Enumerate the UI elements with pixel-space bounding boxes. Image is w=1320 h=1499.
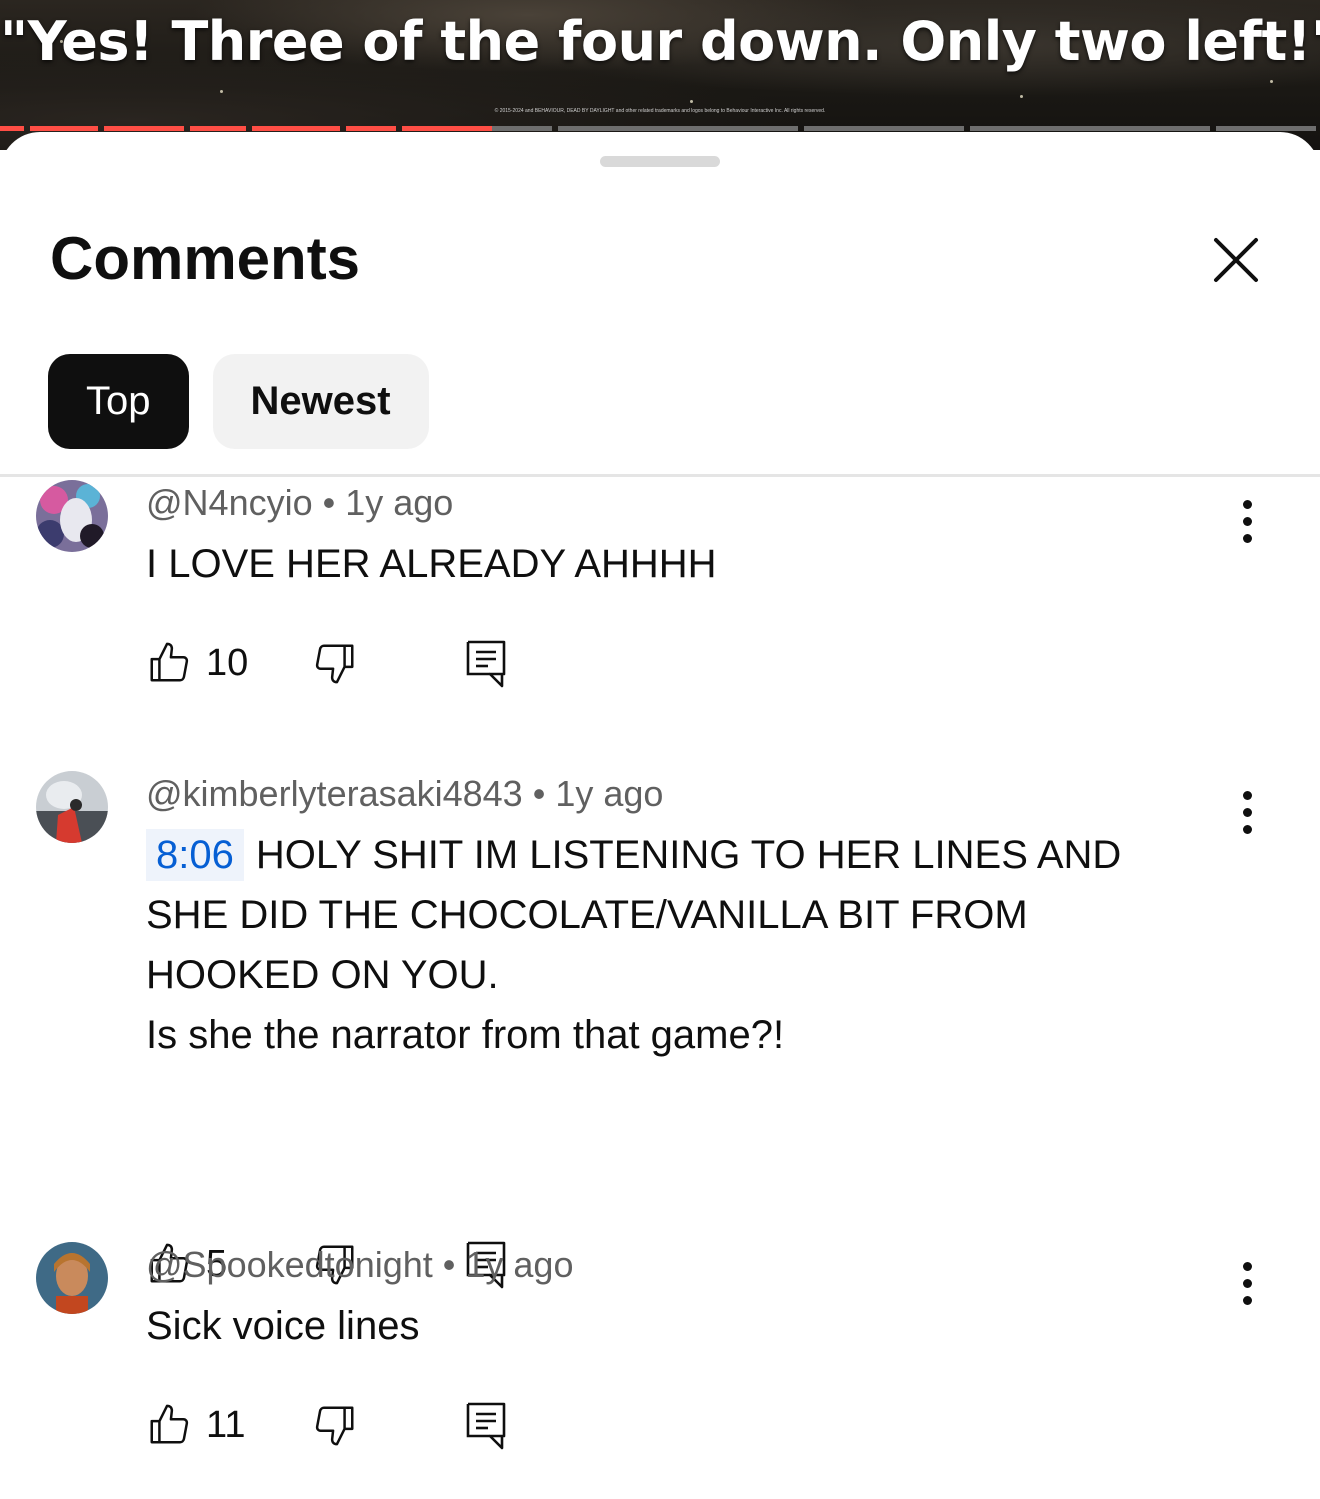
video-copyright: © 2015-2024 and BEHAVIOUR, DEAD BY DAYLI… bbox=[494, 108, 826, 114]
background-sparkle bbox=[220, 90, 223, 93]
comment-meta: @N4ncyio • 1y ago bbox=[146, 482, 453, 524]
drag-handle[interactable] bbox=[600, 156, 720, 167]
video-caption: "Yes! Three of the four down. Only two l… bbox=[0, 10, 1320, 73]
comment-author[interactable]: @N4ncyio bbox=[146, 482, 313, 523]
dislike-icon bbox=[315, 1406, 354, 1446]
close-button[interactable] bbox=[1206, 230, 1266, 290]
chapter-segment bbox=[558, 126, 798, 131]
comment-more-button[interactable] bbox=[1228, 498, 1268, 546]
chapter-segment bbox=[970, 126, 1210, 131]
comment-time: 1y ago bbox=[345, 482, 454, 523]
meta-separator: • bbox=[532, 773, 546, 814]
comment-line: 8:06 HOLY SHIT IM LISTENING TO HER LINES … bbox=[146, 825, 1226, 885]
dislike-button[interactable] bbox=[312, 1402, 358, 1453]
reply-button[interactable] bbox=[466, 640, 506, 693]
close-icon bbox=[1214, 238, 1258, 282]
sheet-title: Comments bbox=[50, 225, 361, 292]
comment-more-button[interactable] bbox=[1228, 1260, 1268, 1308]
avatar[interactable] bbox=[36, 771, 108, 843]
video-player-strip[interactable]: "Yes! Three of the four down. Only two l… bbox=[0, 0, 1320, 150]
like-button[interactable]: 11 bbox=[146, 1402, 245, 1448]
comment-line: Is she the narrator from that game?! bbox=[146, 1013, 785, 1057]
avatar-image bbox=[36, 480, 108, 552]
background-sparkle bbox=[1020, 95, 1023, 98]
reply-icon bbox=[466, 640, 506, 688]
like-icon bbox=[150, 1404, 189, 1444]
comment-time: 1y ago bbox=[465, 1244, 574, 1285]
avatar[interactable] bbox=[36, 480, 108, 552]
like-icon bbox=[150, 642, 189, 682]
dislike-button[interactable] bbox=[312, 640, 358, 691]
like-count: 11 bbox=[206, 1403, 246, 1446]
background-sparkle bbox=[690, 100, 693, 103]
comment-meta: @Spookedtonight • 1y ago bbox=[146, 1244, 573, 1286]
chapter-segment bbox=[1216, 126, 1316, 131]
chapter-segment bbox=[346, 126, 396, 131]
comment-actions: 10 bbox=[146, 640, 746, 690]
comment-line: HOOKED ON YOU. bbox=[146, 953, 499, 997]
chapter-segment bbox=[30, 126, 98, 131]
comment-line-text: HOLY SHIT IM LISTENING TO HER LINES AND bbox=[255, 833, 1122, 877]
chapter-segment bbox=[0, 126, 24, 131]
comment-author[interactable]: @kimberlyterasaki4843 bbox=[146, 773, 523, 814]
avatar[interactable] bbox=[36, 1242, 108, 1314]
like-button[interactable]: 10 bbox=[146, 640, 248, 686]
dislike-icon bbox=[315, 644, 354, 684]
comment-text: 8:06 HOLY SHIT IM LISTENING TO HER LINES … bbox=[146, 825, 1226, 1065]
meta-separator: • bbox=[442, 1244, 456, 1285]
comment-text: Sick voice lines bbox=[146, 1304, 420, 1348]
chapter-segment bbox=[804, 126, 964, 131]
comment-actions: 11 bbox=[146, 1402, 746, 1452]
avatar-image bbox=[36, 1242, 108, 1314]
sort-chip-top[interactable]: Top bbox=[48, 354, 189, 449]
comment-text: I LOVE HER ALREADY AHHHH bbox=[146, 542, 717, 586]
reply-icon bbox=[466, 1402, 506, 1450]
comments-sheet: Comments Top Newest @N4ncyio • 1y ago I … bbox=[0, 132, 1320, 1499]
chapter-segment bbox=[252, 126, 340, 131]
comment-author[interactable]: @Spookedtonight bbox=[146, 1244, 433, 1285]
comment-more-button[interactable] bbox=[1228, 789, 1268, 837]
chapter-segment bbox=[104, 126, 184, 131]
timestamp-link[interactable]: 8:06 bbox=[146, 829, 244, 881]
chapter-progress-bar[interactable] bbox=[0, 126, 1320, 131]
chapter-segment bbox=[402, 126, 552, 131]
comment-time: 1y ago bbox=[555, 773, 664, 814]
avatar-image bbox=[36, 771, 108, 843]
reply-button[interactable] bbox=[466, 1402, 506, 1455]
sort-chip-newest[interactable]: Newest bbox=[212, 354, 429, 449]
divider bbox=[0, 474, 1320, 477]
comment-line: SHE DID THE CHOCOLATE/VANILLA BIT FROM bbox=[146, 893, 1028, 937]
comment-meta: @kimberlyterasaki4843 • 1y ago bbox=[146, 773, 663, 815]
background-sparkle bbox=[1270, 80, 1273, 83]
meta-separator: • bbox=[322, 482, 336, 523]
like-count: 10 bbox=[206, 641, 249, 684]
chapter-segment bbox=[190, 126, 246, 131]
sort-chips: Top Newest bbox=[48, 354, 429, 449]
